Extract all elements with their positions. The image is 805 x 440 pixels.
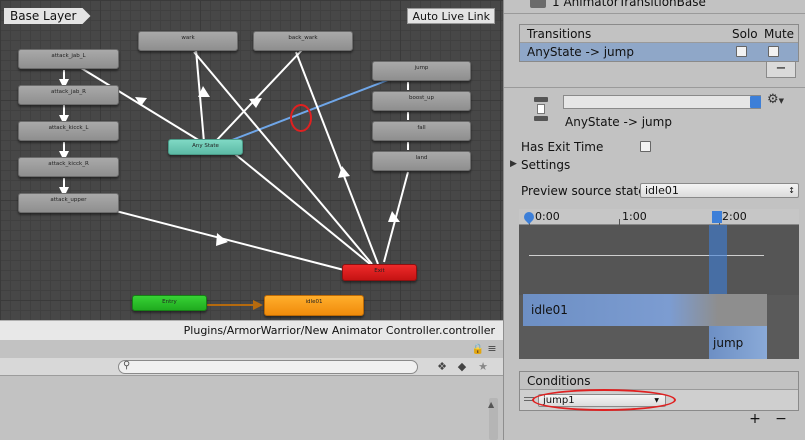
graph-header: Base Layer Auto Live Link <box>0 6 503 26</box>
solo-header-label: Solo <box>732 27 758 41</box>
favorite-star-icon[interactable]: ★ <box>475 360 491 374</box>
state-any-state[interactable]: Any State <box>168 139 243 155</box>
project-toolbar: ⚲ ❖ ◆ ★ <box>0 358 503 376</box>
remove-transition-button[interactable]: − <box>766 62 796 78</box>
scroll-up-icon[interactable]: ▲ <box>488 400 494 409</box>
inspector-title: 1 AnimatorTransitionBase <box>552 0 706 9</box>
filter-by-type-icon[interactable]: ❖ <box>434 360 450 374</box>
condition-annotation-ellipse <box>532 389 676 411</box>
state-attack-kicck-l[interactable]: attack_kicck_L <box>18 121 119 141</box>
state-attack-kicck-r[interactable]: attack_kicck_R <box>18 157 119 177</box>
search-icon: ⚲ <box>123 360 131 371</box>
timeline-end-marker-icon[interactable] <box>712 211 722 223</box>
state-land[interactable]: land <box>372 151 471 171</box>
state-jump[interactable]: jump <box>372 61 471 81</box>
state-attack-jab-r[interactable]: attack_jab_R <box>18 85 119 105</box>
state-attack-jab-l[interactable]: attack_jab_L <box>18 49 119 69</box>
preview-source-state-label: Preview source state <box>521 184 646 198</box>
source-clip-bar[interactable]: idle01 <box>523 294 767 326</box>
inspector-header: 1 AnimatorTransitionBase <box>504 0 805 14</box>
timeline-tick-2: 2:00 <box>722 210 747 223</box>
transition-subtitle: AnyState -> jump <box>565 115 672 129</box>
state-exit[interactable]: Exit <box>342 264 417 281</box>
mute-checkbox[interactable] <box>768 46 779 57</box>
object-picker-icon[interactable] <box>750 96 761 108</box>
transition-object-icon <box>530 0 546 8</box>
settings-foldout-arrow-icon[interactable]: ▶ <box>510 159 517 169</box>
solo-checkbox[interactable] <box>736 46 747 57</box>
state-fall[interactable]: fall <box>372 121 471 141</box>
state-entry[interactable]: Entry <box>132 295 207 311</box>
transition-upper-to-exit <box>111 209 345 271</box>
has-exit-time-checkbox[interactable] <box>640 141 651 152</box>
state-idle01[interactable]: idle01 <box>264 295 364 316</box>
remove-condition-button[interactable]: − <box>767 411 795 427</box>
project-panel: 🔒 ≡ ⚲ ❖ ◆ ★ ▲ <box>0 340 503 440</box>
divider <box>504 87 805 88</box>
conditions-header-label: Conditions <box>527 374 591 388</box>
state-boost-up[interactable]: boost_up <box>372 91 471 111</box>
dest-clip-bar[interactable]: jump <box>709 326 767 359</box>
auto-live-link-button[interactable]: Auto Live Link <box>407 8 495 24</box>
preview-source-state-dropdown[interactable]: idle01 ↕ <box>640 183 799 198</box>
controller-path-footer: Plugins/ArmorWarrior/New Animator Contro… <box>0 320 503 340</box>
settings-foldout-label[interactable]: Settings <box>521 158 570 172</box>
settings-gear-icon[interactable]: ⚙︎▼ <box>767 92 784 107</box>
animator-graph[interactable]: attack_jab_L attack_jab_R attack_kicck_L… <box>0 0 503 340</box>
timeline-tick-0: 0:00 <box>535 210 560 223</box>
timeline-ruler[interactable]: 0:00 1:00 2:00 <box>519 209 799 225</box>
state-wark[interactable]: wark <box>138 31 238 51</box>
timeline-tick-1: 1:00 <box>622 210 647 223</box>
layer-breadcrumb-tab[interactable]: Base Layer <box>4 8 91 24</box>
dropdown-arrows-icon: ↕ <box>788 186 795 195</box>
state-back-wark[interactable]: back_wark <box>253 31 353 51</box>
conditions-header: Conditions <box>520 372 798 390</box>
transition-timeline[interactable]: 0:00 1:00 2:00 idle01 jump <box>519 209 799 359</box>
add-condition-button[interactable]: + <box>741 411 769 427</box>
transition-name-field[interactable] <box>563 95 761 109</box>
filter-by-label-icon[interactable]: ◆ <box>454 360 470 374</box>
transition-back-wark-to-exit <box>295 51 379 265</box>
mute-header-label: Mute <box>764 27 795 41</box>
search-input[interactable]: ⚲ <box>118 360 418 374</box>
conditions-list: Conditions jump1 ▼ <box>519 371 799 411</box>
transition-wark-to-exit <box>193 51 373 265</box>
timeline-start-marker-icon[interactable] <box>521 209 537 225</box>
panel-menu-icon[interactable]: ≡ <box>484 342 500 356</box>
transitions-list: Transitions Solo Mute AnyState -> jump <box>519 24 799 62</box>
state-attack-upper[interactable]: attack_upper <box>18 193 119 213</box>
transition-list-item[interactable]: AnyState -> jump <box>520 43 798 61</box>
dest-clip-label: jump <box>713 336 744 350</box>
has-exit-time-label: Has Exit Time <box>521 140 604 154</box>
transition-list-item-label: AnyState -> jump <box>527 45 634 59</box>
preview-source-state-value: idle01 <box>645 184 679 197</box>
transitions-header-label: Transitions <box>527 27 592 41</box>
annotation-circle <box>290 104 312 132</box>
inspector-panel: 1 AnimatorTransitionBase Transitions Sol… <box>503 0 805 440</box>
transitions-list-header: Transitions Solo Mute <box>520 25 798 43</box>
source-clip-label: idle01 <box>531 303 568 317</box>
project-panel-topbar: 🔒 ≡ <box>0 340 503 358</box>
transition-icon <box>531 95 551 125</box>
